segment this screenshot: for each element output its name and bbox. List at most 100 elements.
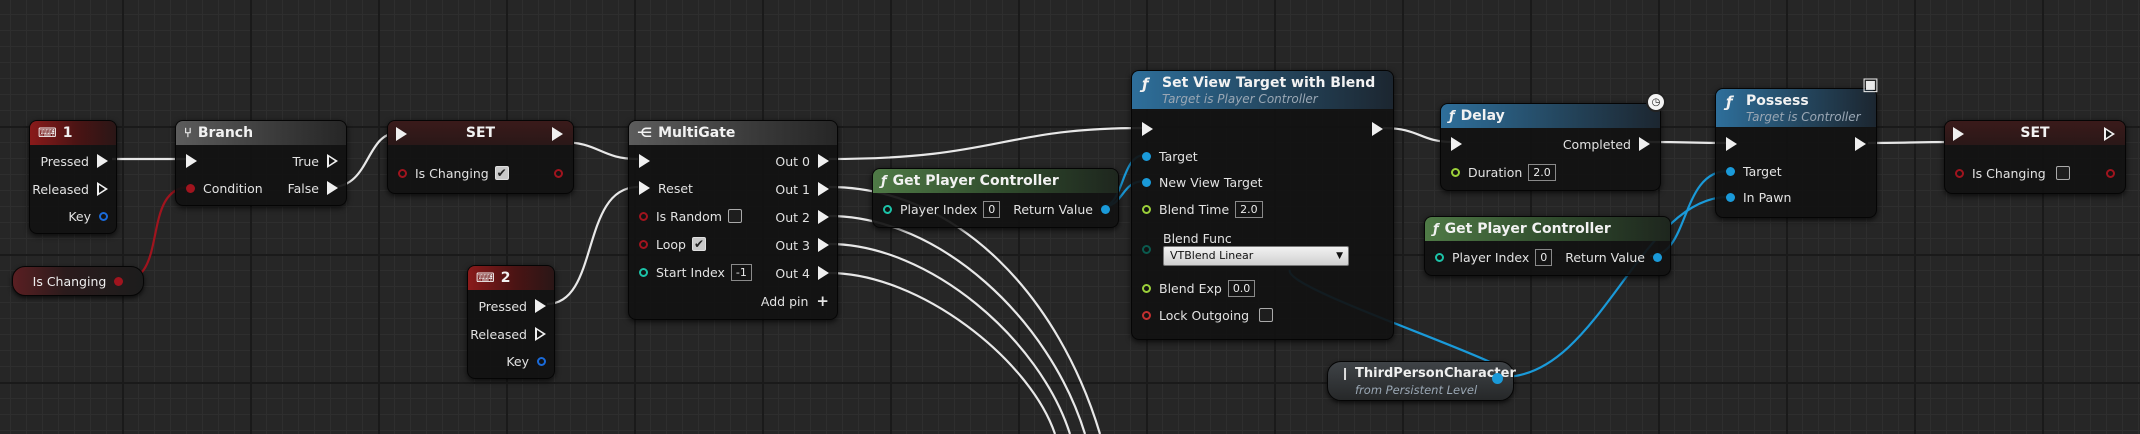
exec-in[interactable] [639,151,650,171]
exec-in-pin[interactable] [186,154,197,168]
pin-completed[interactable]: Completed [1563,134,1650,154]
exec-in[interactable] [186,151,197,171]
exec-in-pin[interactable] [1726,137,1737,151]
pin-out-4[interactable]: Out 4 [775,263,829,283]
pin-blend-time[interactable]: Blend Time 2.0 [1142,199,1263,219]
exec-out-pin[interactable] [818,154,829,168]
lock-outgoing-checkbox[interactable] [1259,308,1274,322]
pin-out-3[interactable]: Out 3 [775,235,829,255]
exec-out[interactable] [1855,134,1866,154]
pin-duration[interactable]: Duration 2.0 [1451,162,1556,182]
bool-out-pin[interactable] [2106,168,2115,178]
exec-out-pin[interactable] [552,127,563,141]
pin-lock-outgoing[interactable]: Lock Outgoing [1142,305,1274,325]
object-in-pin[interactable] [1726,166,1735,176]
pin-false[interactable]: False [288,178,338,198]
pin-loop[interactable]: Loop ✔ [639,234,706,254]
pin-return-value[interactable]: Return Value [1565,247,1662,267]
exec-out[interactable] [2104,124,2115,144]
pin-start-index[interactable]: Start Index -1 [639,262,752,282]
is-changing-checkbox[interactable]: ✔ [494,166,509,180]
pin-key[interactable]: Key [506,351,546,371]
set-is-changing-node[interactable]: SET Is Changing ✔ [387,120,574,194]
is-changing-checkbox[interactable] [2055,166,2070,180]
pin-player-index[interactable]: Player Index 0 [1435,247,1553,267]
possess-node[interactable]: ƒ Possess Target is Controller Target In… [1715,88,1877,218]
set-view-target-with-blend-node[interactable]: ƒ Set View Target with Blend Target is P… [1131,70,1394,340]
branch-node[interactable]: ⑂ Branch Condition True False [175,120,347,206]
exec-out-pin[interactable] [97,182,108,196]
pin-out[interactable] [554,163,563,183]
start-index-value[interactable]: -1 [730,263,752,281]
exec-out[interactable] [1372,119,1383,139]
int-in-pin[interactable] [1435,252,1444,262]
object-in-pin[interactable] [1142,177,1151,187]
pin-is-random[interactable]: Is Random [639,206,742,226]
pin-blend-exp[interactable]: Blend Exp 0.0 [1142,278,1256,298]
loop-checkbox[interactable]: ✔ [691,237,706,251]
exec-out-pin[interactable] [1639,137,1650,151]
key-1-event-node[interactable]: ⌨ 1 Pressed Released Key [29,120,117,234]
player-index-value[interactable]: 0 [983,200,1001,218]
exec-out-pin[interactable] [535,327,546,341]
get-player-controller-node[interactable]: ƒ Get Player Controller Player Index 0 Re… [872,168,1119,228]
exec-in-pin[interactable] [1142,122,1153,136]
exec-in-pin[interactable] [639,181,650,195]
is-changing-variable-node[interactable]: Is Changing [12,266,144,296]
blend-func-dropdown[interactable]: VTBlend Linear [1163,246,1349,266]
pin-return-value[interactable]: Return Value [1013,199,1110,219]
exec-in-pin[interactable] [639,154,650,168]
set-is-changing-node[interactable]: SET Is Changing [1944,120,2126,194]
exec-out[interactable] [552,124,563,144]
exec-out-pin[interactable] [818,182,829,196]
third-person-character-reference-node[interactable]: ❙ ThirdPersonCharacter from Persistent L… [1327,361,1516,401]
struct-pin[interactable] [537,356,546,366]
int-in-pin[interactable] [883,204,892,214]
pin-true[interactable]: True [292,151,338,171]
pin-condition[interactable]: Condition [186,178,263,198]
pin-out-1[interactable]: Out 1 [775,179,829,199]
player-index-value[interactable]: 0 [1535,248,1553,266]
pin-out-0[interactable]: Out 0 [775,151,829,171]
exec-in[interactable] [396,124,407,144]
exec-out-pin[interactable] [97,154,108,168]
pin-is-changing[interactable]: Is Changing [1955,163,2070,183]
exec-in-pin[interactable] [396,127,407,141]
blend-exp-value[interactable]: 0.0 [1227,279,1256,297]
get-player-controller-node[interactable]: ƒ Get Player Controller Player Index 0 Re… [1424,216,1671,276]
exec-in[interactable] [1726,134,1737,154]
object-in-pin[interactable] [1142,151,1151,161]
bool-in-pin[interactable] [1955,168,1964,178]
object-in-pin[interactable] [1726,192,1735,202]
exec-in[interactable] [1451,134,1462,154]
delay-node[interactable]: ƒ Delay Completed Duration 2.0 [1440,103,1661,191]
key-2-event-node[interactable]: ⌨ 2 Pressed Released Key [467,265,555,379]
exec-in-pin[interactable] [1953,127,1964,141]
blend-time-value[interactable]: 2.0 [1235,200,1263,218]
exec-out-pin[interactable] [818,238,829,252]
bool-in-pin[interactable] [639,239,648,249]
exec-out-pin[interactable] [327,154,338,168]
pin-blend-func[interactable] [1142,239,1151,259]
exec-out-pin[interactable] [1372,122,1383,136]
int-in-pin[interactable] [639,267,648,277]
exec-out-pin[interactable] [818,210,829,224]
pin-out-2[interactable]: Out 2 [775,207,829,227]
object-out-pin[interactable] [1492,373,1503,384]
pin-released[interactable]: Released [470,324,546,344]
bool-in-pin[interactable] [639,211,648,221]
pin-new-view-target[interactable]: New View Target [1142,172,1263,192]
exec-out-pin[interactable] [327,181,338,195]
exec-in-pin[interactable] [1451,137,1462,151]
pin-released[interactable]: Released [32,179,108,199]
exec-in[interactable] [1142,119,1153,139]
float-in-pin[interactable] [1451,167,1460,177]
struct-pin[interactable] [99,211,108,221]
pin-is-changing[interactable]: Is Changing ✔ [398,163,509,183]
pin-reset[interactable]: Reset [639,178,693,198]
bool-in-pin[interactable] [186,183,195,193]
pin-target[interactable]: Target [1726,161,1782,181]
add-pin-button[interactable]: Add pin + [761,291,829,311]
multigate-node[interactable]: ⋲ MultiGate Reset Is Random Loop ✔ Start … [628,120,838,320]
pin-out[interactable] [2106,163,2115,183]
